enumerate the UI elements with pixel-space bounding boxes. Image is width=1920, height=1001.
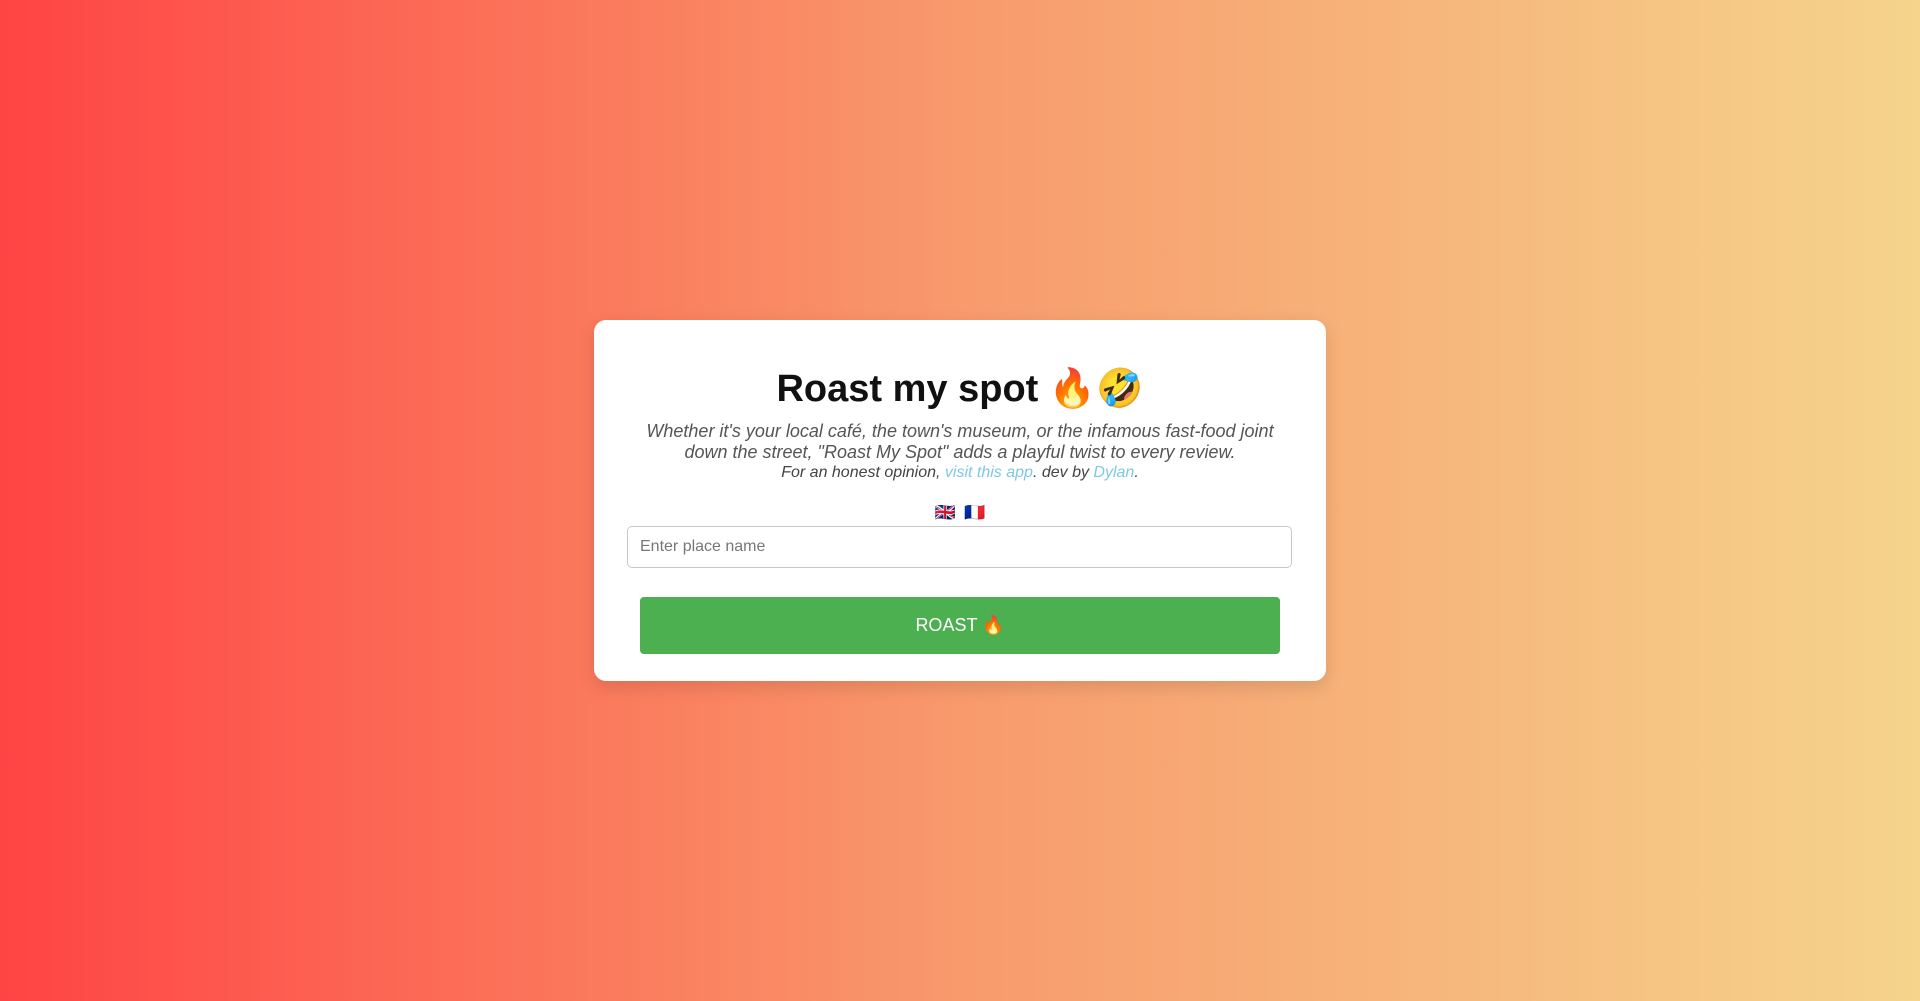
honest-opinion-line: For an honest opinion, visit this app. d…: [594, 463, 1326, 483]
roast-button[interactable]: ROAST 🔥: [640, 597, 1280, 654]
author-link[interactable]: Dylan: [1093, 464, 1134, 481]
uk-flag-icon[interactable]: 🇬🇧: [934, 503, 955, 522]
honest-suffix: .: [1134, 464, 1139, 481]
place-name-input[interactable]: [627, 526, 1292, 568]
roast-card: Roast my spot 🔥🤣 Whether it's your local…: [594, 320, 1326, 681]
page-title: Roast my spot 🔥🤣: [776, 368, 1144, 410]
honest-middle: . dev by: [1032, 464, 1094, 481]
language-selector: 🇬🇧 🇫🇷: [594, 503, 1326, 523]
honest-prefix: For an honest opinion,: [781, 464, 945, 481]
visit-app-link[interactable]: visit this app: [945, 464, 1033, 481]
app-description: Whether it's your local café, the town's…: [646, 421, 1274, 462]
france-flag-icon[interactable]: 🇫🇷: [964, 503, 985, 522]
